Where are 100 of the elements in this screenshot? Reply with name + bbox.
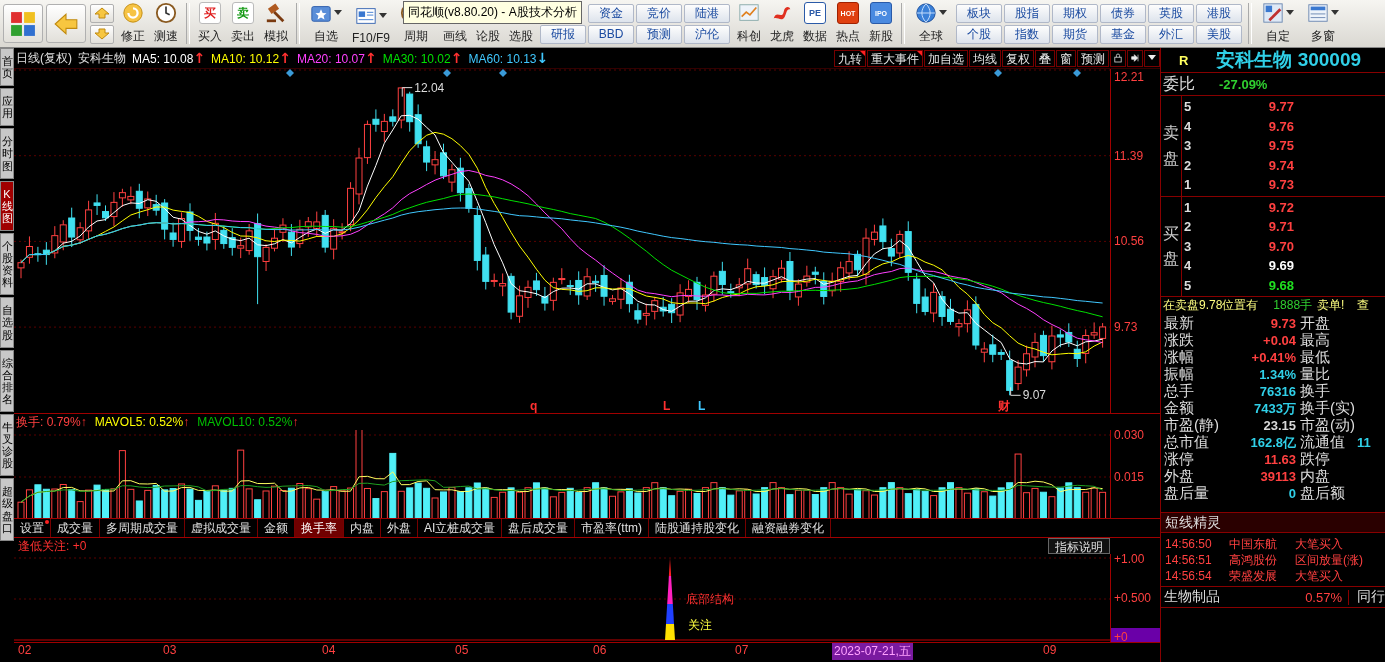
toolbar-button[interactable]: 自选 [304, 0, 348, 47]
stock-name: 安科生物 [78, 49, 126, 67]
order-level: 4 [1183, 118, 1193, 134]
toolbar-button[interactable]: 预测 [636, 24, 682, 44]
toolbar-button[interactable]: 港股 [1196, 3, 1242, 23]
toolbar-button[interactable]: 个股 [956, 24, 1002, 44]
moving-average-value: MA5: 10.08↑ [132, 50, 206, 66]
quote-label: 内盘 [1300, 467, 1330, 485]
toolbar-button[interactable]: 期货 [1052, 24, 1098, 44]
order-level: 5 [1183, 99, 1193, 115]
toolbar-button[interactable]: 外汇 [1148, 24, 1194, 44]
toolbar-button[interactable]: PE 数据 [799, 0, 831, 47]
chart-toolbar-button[interactable]: 重大事件 [867, 49, 923, 67]
toolbar-button[interactable]: F10/F9 [349, 0, 393, 47]
volume-axis-label: 0.030 [1114, 430, 1145, 442]
ask-price: 9.77 [1267, 99, 1294, 115]
order-notice-link[interactable]: 查 [1357, 296, 1370, 314]
toolbar-button[interactable]: 修正 [117, 0, 149, 47]
quote-label: 总市值 [1164, 433, 1210, 451]
side-tab[interactable]: 分时图 [0, 128, 14, 179]
toolbar-button[interactable]: 股指 [1004, 3, 1050, 23]
toolbar-button[interactable]: 资金 [588, 3, 634, 23]
quote-label: 换手 [1300, 382, 1330, 400]
toolbar-button[interactable]: 债券 [1100, 3, 1146, 23]
toolbar-button[interactable]: 指数 [1004, 24, 1050, 44]
toolbar-button[interactable]: 英股 [1148, 3, 1194, 23]
toolbar-button[interactable]: 龙虎 [766, 0, 798, 47]
quote-label: 流通值 [1300, 433, 1345, 451]
indicator-tab[interactable]: 多周期成交量 [100, 519, 185, 537]
alert-stock[interactable]: 荣盛发展 [1229, 567, 1287, 585]
side-tab[interactable]: 应用 [0, 88, 14, 127]
signal-label: 底部结构 [686, 592, 734, 606]
chart-toolbar-button[interactable]: 加自选 [924, 49, 968, 67]
chart-period-label: 日线(复权) [16, 49, 72, 67]
indicator-tab[interactable]: AI立桩成交量 [418, 519, 503, 537]
chart-toolbar-button[interactable]: 叠 [1035, 49, 1055, 67]
toolbar-button[interactable]: 买 买入 [194, 0, 226, 47]
quote-value: +0.41% [1250, 350, 1296, 365]
indicator-tab[interactable]: 陆股通持股变化 [649, 519, 746, 537]
alert-event: 大笔买入 [1295, 567, 1343, 585]
chart-marker: L [698, 399, 706, 413]
toolbar-button[interactable]: 竞价 [636, 3, 682, 23]
side-tab[interactable]: 超级盘口 [0, 478, 14, 541]
toolbar-button[interactable]: 沪伦 [684, 24, 730, 44]
indicator-help-button[interactable]: 指标说明 [1048, 538, 1110, 554]
indicator-tab[interactable]: 市盈率(ttm) [575, 519, 649, 537]
toolbar-button[interactable]: 卖 卖出 [227, 0, 259, 47]
side-tab[interactable]: 综合排名 [0, 349, 14, 412]
toolbar-button[interactable]: 期权 [1052, 3, 1098, 23]
order-level: 1 [1183, 177, 1193, 193]
toolbar-button[interactable]: 全球 [909, 0, 953, 47]
indicator-tab[interactable]: 盘后成交量 [502, 519, 576, 537]
toolbar-button[interactable]: 科创 [733, 0, 765, 47]
chart-toolbar-button[interactable]: 预测 [1077, 49, 1109, 67]
toolbar-button[interactable]: BBD [588, 24, 634, 44]
toolbar-button[interactable]: 多窗 [1301, 0, 1345, 47]
alert-stock[interactable]: 高鸿股份 [1229, 551, 1287, 569]
volume-indicator-value: MAVOL5: 0.52%↑ [94, 415, 190, 429]
ask-price: 9.73 [1267, 177, 1294, 193]
side-tab[interactable]: 个股资料 [0, 232, 14, 296]
alert-stock[interactable]: 中国东航 [1229, 535, 1287, 553]
signal-axis-label: +0.500 [1114, 591, 1152, 605]
quote-label: 振幅 [1164, 365, 1195, 383]
indicator-tab[interactable]: 换手率 [295, 519, 344, 537]
chart-marker: L [663, 399, 671, 413]
indicator-tab[interactable]: 内盘 [344, 519, 381, 537]
toolbar-button[interactable]: 测速 [150, 0, 182, 47]
side-tab[interactable]: K线图 [0, 180, 14, 231]
chart-toolbar-button[interactable]: 复权 [1002, 49, 1034, 67]
chart-toolbar-button[interactable]: 九转 [834, 49, 866, 67]
order-level: 3 [1183, 238, 1193, 254]
pe-document-icon: PE [804, 2, 826, 24]
quote-value: 162.8亿 [1249, 433, 1296, 452]
chart-toolbar-button[interactable]: 均线 [969, 49, 1001, 67]
indicator-tab[interactable]: 设置 [14, 519, 51, 537]
toolbar-button[interactable]: 模拟 [260, 0, 292, 47]
ask-price: 9.76 [1267, 118, 1294, 134]
order-level: 5 [1183, 277, 1193, 293]
toolbar-button[interactable]: 美股 [1196, 24, 1242, 44]
indicator-tab[interactable]: 成交量 [51, 519, 100, 537]
bid-price: 9.70 [1267, 238, 1294, 254]
toolbar-button[interactable]: 自定 [1256, 0, 1300, 47]
alert-event: 大笔买入 [1295, 535, 1343, 553]
toolbar-button[interactable]: 板块 [956, 3, 1002, 23]
alert-time: 14:56:51 [1165, 553, 1213, 567]
panel-header: 短线精灵 [1161, 512, 1385, 533]
side-tab[interactable]: 牛叉诊股 [0, 413, 14, 477]
order-level: 2 [1183, 157, 1193, 173]
peer-tab[interactable]: 同行 [1349, 588, 1385, 606]
toolbar-button[interactable]: 研报 [540, 24, 586, 44]
indicator-tab[interactable]: 外盘 [381, 519, 418, 537]
indicator-tab[interactable]: 虚拟成交量 [185, 519, 258, 537]
toolbar-button[interactable]: 陆港 [684, 3, 730, 23]
side-tab[interactable]: 自选股 [0, 297, 14, 348]
side-tab[interactable]: 首页 [0, 48, 14, 87]
indicator-tab[interactable]: 融资融券变化 [746, 519, 831, 537]
quote-label: 涨停 [1164, 450, 1195, 469]
chart-toolbar-button[interactable]: 窗 [1056, 49, 1076, 67]
toolbar-button[interactable]: 基金 [1100, 24, 1146, 44]
date-axis-label: 04 [322, 643, 336, 657]
